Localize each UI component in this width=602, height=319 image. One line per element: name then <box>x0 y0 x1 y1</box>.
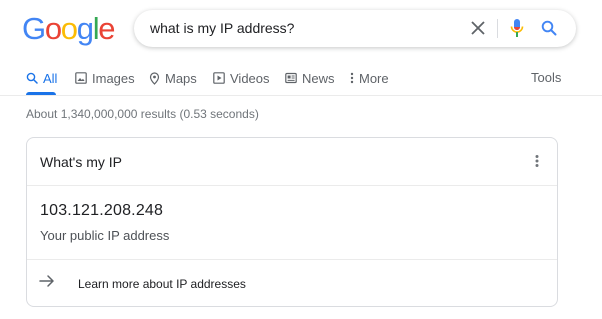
tools-button[interactable]: Tools <box>531 70 561 85</box>
ip-answer-card: What's my IP 103.121.208.248 Your public… <box>26 137 558 307</box>
logo-letter: G <box>22 11 46 46</box>
tab-news[interactable]: News <box>285 64 335 92</box>
tab-all[interactable]: All <box>26 64 57 92</box>
voice-search-button[interactable] <box>507 18 527 38</box>
tab-label: Videos <box>230 70 270 86</box>
search-icon <box>541 20 557 36</box>
google-logo[interactable]: Google <box>22 11 116 46</box>
arrow-right-icon <box>39 275 54 287</box>
tab-label: Images <box>92 70 135 86</box>
logo-letter: g <box>76 11 94 46</box>
more-vert-icon <box>350 72 354 84</box>
clear-button[interactable] <box>468 18 488 38</box>
result-stats: About 1,340,000,000 results (0.53 second… <box>26 107 259 121</box>
tab-videos[interactable]: Videos <box>213 64 270 92</box>
logo-letter: o <box>44 11 62 46</box>
search-box[interactable]: what is my IP address? <box>134 10 576 47</box>
tab-images[interactable]: Images <box>75 64 135 92</box>
more-vert-icon <box>535 155 539 167</box>
tab-label: All <box>43 70 58 86</box>
ip-address-value: 103.121.208.248 <box>40 202 164 219</box>
search-icon <box>26 72 38 84</box>
ip-caption: Your public IP address <box>40 228 170 243</box>
microphone-icon <box>510 19 524 37</box>
play-icon <box>213 72 225 84</box>
news-icon <box>285 72 297 84</box>
learn-more-label: Learn more about IP addresses <box>78 277 246 291</box>
tab-label: News <box>302 70 335 86</box>
learn-more-link[interactable]: Learn more about IP addresses <box>27 260 557 306</box>
search-input[interactable]: what is my IP address? <box>150 20 294 36</box>
logo-letter: o <box>60 11 78 46</box>
logo-letter: e <box>98 11 115 46</box>
tab-maps[interactable]: Maps <box>149 64 197 92</box>
close-icon <box>471 21 485 35</box>
header-divider <box>0 95 602 96</box>
search-divider <box>497 19 498 38</box>
tab-label: Maps <box>165 70 197 86</box>
card-options-button[interactable] <box>527 150 547 172</box>
card-title: What's my IP <box>40 154 123 170</box>
tab-more[interactable]: More <box>350 64 389 92</box>
card-divider <box>27 185 557 186</box>
tab-label: More <box>359 70 389 86</box>
search-button[interactable] <box>539 18 559 38</box>
map-pin-icon <box>149 71 160 85</box>
image-icon <box>75 72 87 84</box>
